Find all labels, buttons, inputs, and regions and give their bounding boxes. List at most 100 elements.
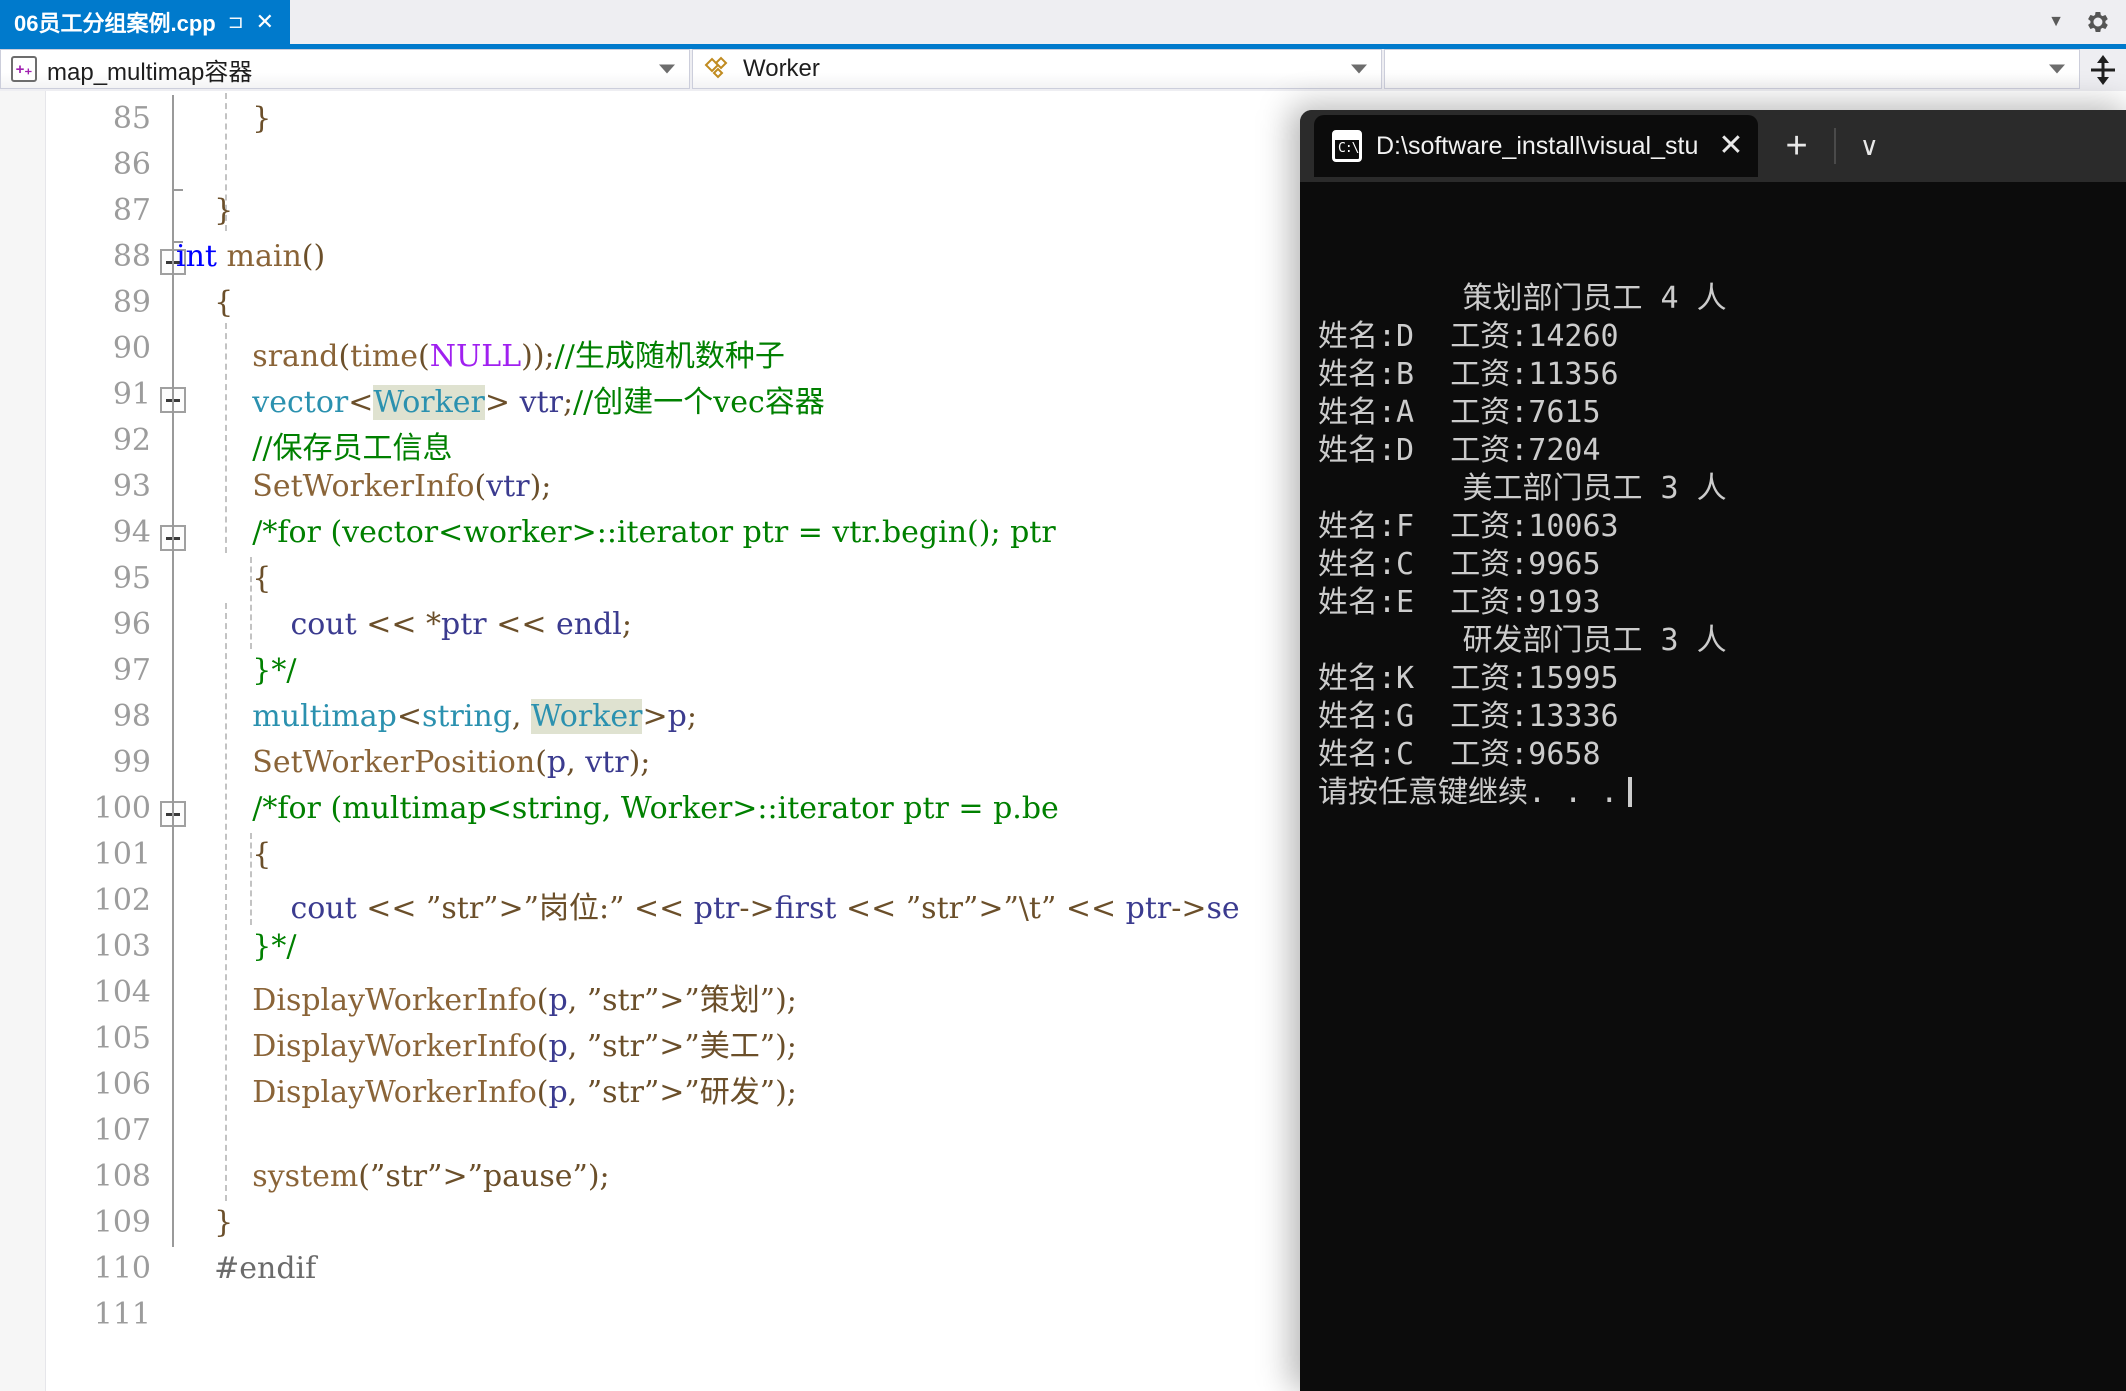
line-number: 97 (112, 653, 151, 688)
gear-icon[interactable] (2086, 10, 2110, 34)
line-number: 99 (112, 745, 151, 780)
console-line: 姓名:F 工资:10063 (1318, 509, 1619, 544)
console-icon: C:\ (1332, 130, 1362, 162)
member-dropdown-value: Worker (743, 55, 820, 82)
code-line[interactable]: }*/ (176, 653, 296, 688)
code-line[interactable]: //保存员工信息 (176, 423, 452, 467)
line-number: 90 (112, 331, 151, 366)
terminal-tabbar: C:\ D:\software_install\visual_stu ✕ + ∨ (1300, 110, 2126, 182)
terminal-tab-title: D:\software_install\visual_stu (1376, 131, 1699, 160)
class-icon (703, 56, 733, 82)
code-line[interactable]: #endif (176, 1251, 316, 1286)
console-window[interactable]: C:\ D:\software_install\visual_stu ✕ + ∨… (1300, 110, 2126, 1391)
line-number: 94 (112, 515, 151, 550)
line-number: 105 (93, 1021, 151, 1056)
line-number: 89 (112, 285, 151, 320)
line-number: 95 (112, 561, 151, 596)
line-number: 110 (93, 1251, 151, 1286)
navigation-bar: +₊ map_multimap容器 Worker (0, 49, 2126, 91)
line-number: 102 (93, 883, 151, 918)
console-line: 姓名:D 工资:7204 (1318, 433, 1601, 468)
line-number: 85 (112, 101, 151, 136)
code-line[interactable]: vector<Worker> vtr;//创建一个vec容器 (176, 377, 825, 421)
close-icon[interactable]: ✕ (1718, 131, 1743, 161)
console-line: 姓名:A 工资:7615 (1318, 395, 1601, 430)
line-number: 106 (93, 1067, 151, 1102)
console-line: 姓名:C 工资:9965 (1318, 547, 1601, 582)
code-line[interactable]: DisplayWorkerInfo(p, ”str”>”美工”); (176, 1021, 797, 1065)
console-line: 姓名:E 工资:9193 (1318, 585, 1601, 620)
chevron-down-icon[interactable]: ∨ (1860, 133, 1879, 159)
chevron-down-icon[interactable]: ▼ (2048, 13, 2064, 31)
line-number: 101 (93, 837, 151, 872)
console-line: 美工部门员工 3 人 (1318, 471, 1727, 506)
console-cursor (1628, 777, 1633, 807)
tab-label: 06员工分组案例.cpp (14, 11, 216, 36)
code-line[interactable]: srand(time(NULL));//生成随机数种子 (176, 331, 785, 375)
code-line[interactable]: { (176, 285, 233, 320)
chevron-down-icon[interactable] (659, 64, 675, 74)
split-editor-icon[interactable] (2080, 49, 2126, 91)
code-line[interactable]: SetWorkerPosition(p, vtr); (176, 745, 650, 780)
scope-dropdown[interactable]: +₊ map_multimap容器 (0, 49, 690, 89)
code-line[interactable]: } (176, 1205, 233, 1240)
console-line: 姓名:K 工资:15995 (1318, 661, 1619, 696)
line-number: 88 (112, 239, 151, 274)
console-output[interactable]: 策划部门员工 4 人姓名:D 工资:14260 姓名:B 工资:11356 姓名:A… (1300, 182, 2126, 1391)
line-number: 107 (93, 1113, 151, 1148)
code-line[interactable]: { (176, 837, 271, 872)
fold-guide-line (172, 193, 174, 285)
code-line[interactable]: DisplayWorkerInfo(p, ”str”>”研发”); (176, 1067, 797, 1111)
code-line[interactable]: DisplayWorkerInfo(p, ”str”>”策划”); (176, 975, 797, 1019)
line-number: 96 (112, 607, 151, 642)
console-line: 策划部门员工 4 人 (1318, 281, 1727, 316)
new-tab-icon[interactable]: + (1786, 127, 1808, 165)
line-number: 87 (112, 193, 151, 228)
line-number: 91 (112, 377, 151, 412)
line-number: 100 (93, 791, 151, 826)
cpp-file-icon: +₊ (11, 56, 37, 82)
line-number: 98 (112, 699, 151, 734)
code-line[interactable]: }*/ (176, 929, 296, 964)
tab-06员工分组案例-cpp[interactable]: 06员工分组案例.cpp ⊐ ✕ (0, 0, 291, 44)
code-line[interactable]: SetWorkerInfo(vtr); (176, 469, 551, 504)
terminal-tab[interactable]: C:\ D:\software_install\visual_stu ✕ (1314, 115, 1758, 177)
line-number: 103 (93, 929, 151, 964)
close-icon[interactable]: ✕ (256, 11, 274, 33)
line-number: 104 (93, 975, 151, 1010)
line-number: 108 (93, 1159, 151, 1194)
chevron-down-icon[interactable] (1351, 64, 1367, 74)
member-dropdown[interactable]: Worker (692, 49, 1382, 89)
fold-end-tick (172, 189, 183, 191)
pin-icon[interactable]: ⊐ (228, 13, 244, 32)
code-line[interactable]: system(”str”>”pause”); (176, 1159, 609, 1194)
code-line[interactable]: { (176, 561, 271, 596)
line-number: 86 (112, 147, 151, 182)
line-number: 93 (112, 469, 151, 504)
console-line: 姓名:G 工资:13336 (1318, 699, 1619, 734)
code-line[interactable]: cout << ”str”>”岗位:” << ptr->first << ”st… (176, 883, 1239, 927)
tabstrip-actions: ▼ (2048, 0, 2126, 44)
code-line[interactable]: multimap<string, Worker>p; (176, 699, 697, 734)
toolbar-divider (1833, 128, 1836, 164)
fold-guide-line (172, 281, 174, 1247)
scope-dropdown-value: map_multimap容器 (47, 58, 253, 86)
code-line[interactable]: } (176, 101, 271, 136)
editor-tabstrip: 06员工分组案例.cpp ⊐ ✕ ▼ (0, 0, 2126, 44)
line-number: 109 (93, 1205, 151, 1240)
code-line[interactable]: } (176, 193, 233, 228)
console-line: 姓名:D 工资:14260 (1318, 319, 1619, 354)
code-line[interactable]: /*for (multimap<string, Worker>::iterato… (176, 791, 1059, 826)
console-line: 研发部门员工 3 人 (1318, 623, 1727, 658)
console-line: 姓名:B 工资:11356 (1318, 357, 1619, 392)
code-line[interactable]: cout << *ptr << endl; (176, 607, 632, 642)
code-line[interactable]: /*for (vector<worker>::iterator ptr = vt… (176, 515, 1055, 550)
chevron-down-icon[interactable] (2049, 64, 2065, 74)
console-line: 姓名:C 工资:9658 (1318, 737, 1601, 772)
code-line[interactable]: int main() (176, 239, 325, 274)
third-dropdown[interactable] (1384, 49, 2080, 89)
editor-left-margin (0, 91, 46, 1391)
console-line: 请按任意键继续. . . (1300, 774, 2126, 812)
line-number: 111 (93, 1297, 151, 1332)
fold-guide-line (172, 95, 174, 193)
